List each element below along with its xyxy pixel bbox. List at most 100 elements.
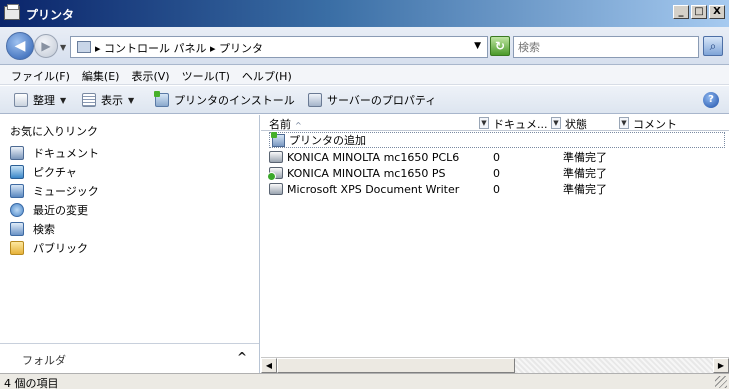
printer-name: Microsoft XPS Document Writer [287,182,460,196]
search-input[interactable] [514,37,698,57]
public-folder-icon [10,240,24,255]
recent-changes-icon [10,202,24,217]
printer-name: KONICA MINOLTA mc1650 PS [287,166,446,180]
table-row[interactable]: Microsoft XPS Document Writer 0 準備完了 [269,181,725,197]
fav-recent-changes-label: 最近の変更 [33,203,88,217]
fav-music[interactable]: ミュージック [10,181,99,200]
fav-pictures-label: ピクチャ [33,165,77,179]
add-printer-icon [154,91,169,107]
minimize-button[interactable]: _ [673,5,689,19]
install-printer-label: プリンタのインストール [174,94,295,107]
scrollbar-thumb[interactable] [277,358,515,373]
install-printer-button[interactable]: プリンタのインストール [154,91,295,108]
menu-view[interactable]: 表示(V) [125,65,175,84]
printer-status: 準備完了 [563,151,607,164]
music-icon [10,183,24,198]
views-label: 表示 [101,94,123,107]
menu-file[interactable]: ファイル(F) [5,65,76,84]
organize-label: 整理 [33,94,55,107]
fav-search[interactable]: 検索 [10,219,99,238]
column-filter-dropdown[interactable]: ▼ [479,117,489,129]
file-list-pane: 名前 ^ ▼ ドキュメ... ▼ 状態 ▼ コメント プリンタの追加 KONICA… [261,115,729,373]
item-count: 4 個の項目 [4,377,59,389]
fav-documents-label: ドキュメント [33,146,99,160]
fav-public[interactable]: パブリック [10,238,99,257]
scroll-left-button[interactable]: ◀ [261,358,277,373]
chevron-up-icon: ^ [236,350,247,364]
resize-grip-icon[interactable] [715,376,727,388]
column-header-documents[interactable]: ドキュメ... [493,116,548,132]
chevron-down-icon: ▼ [60,95,67,105]
default-printer-icon [267,167,283,181]
column-filter-dropdown[interactable]: ▼ [551,117,561,129]
search-folder-icon [10,221,24,236]
status-bar: 4 個の項目 [0,373,729,389]
printer-documents: 0 [493,166,500,180]
menu-tools[interactable]: ツール(T) [176,65,236,84]
forward-button[interactable]: ▶ [34,34,58,58]
printer-folder-icon [4,4,20,20]
printer-icon [269,183,283,195]
add-printer-item[interactable]: プリンタの追加 [269,131,725,148]
menu-bar: ファイル(F) 編集(E) 表示(V) ツール(T) ヘルプ(H) [0,65,729,85]
window-controls: _ □ X [673,5,725,19]
printer-documents: 0 [493,150,500,164]
close-button[interactable]: X [709,5,725,19]
server-properties-button[interactable]: サーバーのプロパティ [308,92,436,108]
fav-recent-changes[interactable]: 最近の変更 [10,200,99,219]
back-arrow-icon: ◀ [14,38,26,54]
column-header-comment[interactable]: コメント [633,116,677,132]
add-printer-label: プリンタの追加 [289,134,366,147]
menu-help[interactable]: ヘルプ(H) [236,65,298,84]
maximize-button[interactable]: □ [691,5,707,19]
printer-documents: 0 [493,182,500,196]
column-filter-dropdown[interactable]: ▼ [619,117,629,129]
horizontal-scrollbar[interactable]: ◀ ▶ [261,357,729,373]
scroll-right-button[interactable]: ▶ [713,358,729,373]
pictures-icon [10,164,24,179]
fav-public-label: パブリック [33,241,88,255]
favorite-links-header: お気に入りリンク [10,125,98,138]
help-icon[interactable]: ? [703,92,719,108]
printer-status: 準備完了 [563,167,607,180]
printer-name: KONICA MINOLTA mc1650 PCL6 [287,150,460,164]
breadcrumb[interactable]: ▸ コントロール パネル ▸ プリンタ [95,40,263,56]
table-row[interactable]: KONICA MINOLTA mc1650 PCL6 0 準備完了 [269,149,725,165]
refresh-button[interactable]: ↻ [490,36,510,56]
address-bar: ◀ ▶ ▼ ▸ コントロール パネル ▸ プリンタ ▼ ↻ ⌕ [0,27,729,65]
folders-label: フォルダ [22,354,66,367]
organize-button[interactable]: 整理 ▼ [14,92,66,108]
address-box[interactable]: ▸ コントロール パネル ▸ プリンタ ▼ [70,36,488,58]
search-box[interactable] [513,36,699,58]
column-name-label: 名前 [269,118,291,131]
column-headers: 名前 ^ ▼ ドキュメ... ▼ 状態 ▼ コメント [261,115,729,131]
views-icon [82,93,96,107]
control-panel-icon [77,41,91,53]
fav-pictures[interactable]: ピクチャ [10,162,99,181]
chevron-down-icon: ▼ [128,95,135,105]
command-toolbar: 整理 ▼ 表示 ▼ プリンタのインストール サーバーのプロパティ ? [0,86,729,114]
recent-pages-dropdown[interactable]: ▼ [60,43,66,52]
navigation-pane: お気に入りリンク ドキュメント ピクチャ ミュージック 最近の変更 検索 パブリ… [0,115,260,373]
views-button[interactable]: 表示 ▼ [82,92,134,108]
server-properties-label: サーバーのプロパティ [327,94,437,107]
folders-toggle[interactable]: フォルダ ^ [0,343,259,373]
back-button[interactable]: ◀ [6,32,34,60]
fav-documents[interactable]: ドキュメント [10,143,99,162]
printer-status: 準備完了 [563,183,607,196]
table-row[interactable]: KONICA MINOLTA mc1650 PS 0 準備完了 [267,165,725,181]
title-bar: プリンタ _ □ X [0,0,729,27]
server-properties-icon [308,93,322,107]
menu-edit[interactable]: 編集(E) [76,65,126,84]
column-header-status[interactable]: 状態 [565,116,587,132]
window-title: プリンタ [26,8,75,22]
documents-icon [10,145,24,160]
address-dropdown-icon[interactable]: ▼ [474,41,481,51]
fav-search-label: 検索 [33,222,55,236]
search-button[interactable]: ⌕ [703,36,723,56]
favorite-links-list: ドキュメント ピクチャ ミュージック 最近の変更 検索 パブリック [10,143,99,257]
fav-music-label: ミュージック [33,184,99,198]
column-header-name[interactable]: 名前 ^ [269,116,302,132]
printer-icon [269,151,283,163]
organize-icon [14,93,28,107]
